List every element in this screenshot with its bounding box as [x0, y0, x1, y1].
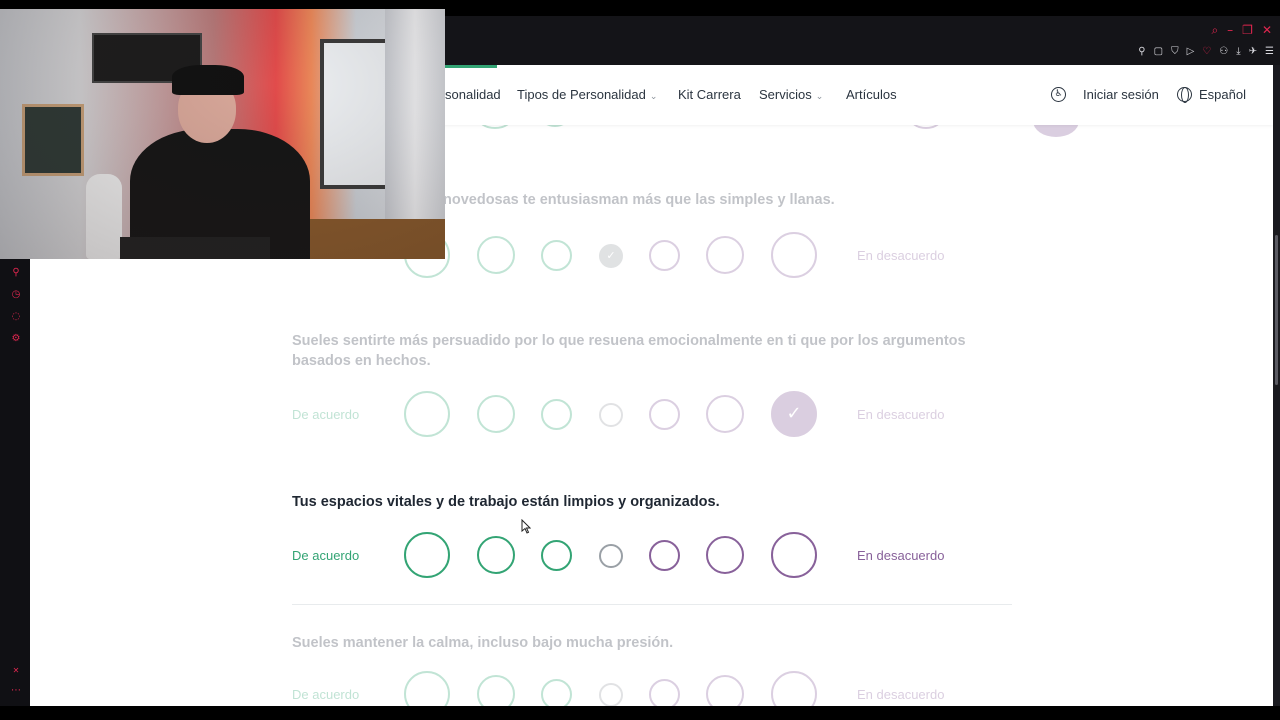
login-link[interactable]: Iniciar sesión [1083, 87, 1159, 102]
page-scrollbar[interactable] [1273, 65, 1280, 706]
answer-option[interactable] [706, 675, 744, 706]
answer-option[interactable] [771, 671, 817, 706]
webcam-overlay [0, 9, 445, 259]
language-selector[interactable]: Español [1199, 87, 1246, 102]
os-bottom-bar [0, 706, 1280, 720]
disagree-label: En desacuerdo [857, 548, 945, 563]
answer-option-agree-3[interactable] [404, 532, 450, 578]
answer-option[interactable] [649, 240, 680, 271]
answer-option-selected[interactable]: ✓ [599, 244, 623, 268]
more-icon[interactable]: ⋯ [10, 685, 22, 697]
answer-option[interactable] [404, 671, 450, 706]
answer-option[interactable] [541, 679, 572, 706]
nav-item-kit-carrera[interactable]: Kit Carrera [678, 87, 741, 102]
disagree-label: En desacuerdo [857, 687, 945, 702]
pin-icon[interactable]: ⚲ [1138, 46, 1145, 58]
search-icon[interactable]: ⌕ [1211, 24, 1218, 36]
shield-icon[interactable]: ⛉ [1171, 46, 1179, 58]
agree-label: De acuerdo [292, 687, 360, 702]
nav-item-servicios[interactable]: Servicios ⌄ [759, 87, 823, 102]
answer-option[interactable] [706, 236, 744, 274]
snapshot-icon[interactable]: ▢ [1154, 46, 1163, 58]
question-text: Sueles sentirte más persuadido por lo qu… [292, 333, 966, 369]
settings-icon[interactable]: ⚙ [10, 333, 22, 345]
question-text: Tus espacios vitales y de trabajo están … [292, 494, 720, 510]
answer-option-selected[interactable]: ✓ [771, 391, 817, 437]
answer-option[interactable] [477, 395, 515, 433]
nav-item-tipos-label: Tipos de Personalidad [517, 87, 646, 102]
answer-option[interactable] [649, 679, 680, 706]
answer-option[interactable] [649, 399, 680, 430]
scrollbar-thumb[interactable] [1275, 235, 1278, 385]
answer-option-neutral[interactable] [599, 544, 623, 568]
gx-icon[interactable]: ✕ [10, 665, 22, 677]
close-icon[interactable]: ✕ [1262, 24, 1272, 36]
answer-option-agree-2[interactable] [477, 536, 515, 574]
answer-option[interactable] [541, 399, 572, 430]
answer-option[interactable] [599, 403, 623, 427]
disagree-label: En desacuerdo [857, 407, 945, 422]
question-text: Sueles mantener la calma, incluso bajo m… [292, 635, 674, 651]
accessibility-icon[interactable]: ♿ [1051, 87, 1066, 102]
answer-option-disagree-2[interactable] [706, 536, 744, 574]
answer-option-agree-1[interactable] [541, 540, 572, 571]
heart-icon[interactable]: ♡ [1202, 46, 1211, 58]
answer-option-disagree-1[interactable] [649, 540, 680, 571]
agree-label: De acuerdo [292, 407, 360, 422]
answer-option[interactable] [477, 675, 515, 706]
nav-item-servicios-label: Servicios [759, 87, 812, 102]
question-text: novedosas te entusiasman más que las sim… [443, 192, 835, 208]
answer-option-disagree-3[interactable] [771, 532, 817, 578]
history-icon[interactable]: ◷ [10, 289, 22, 301]
answer-option[interactable] [404, 391, 450, 437]
nav-item-articulos[interactable]: Artículos [846, 87, 897, 102]
answer-option[interactable] [771, 232, 817, 278]
globe-icon[interactable] [1177, 87, 1192, 103]
question-divider [292, 604, 1012, 605]
answer-option[interactable] [541, 240, 572, 271]
answer-option[interactable] [477, 236, 515, 274]
chevron-down-icon: ⌄ [649, 92, 658, 102]
disagree-label: En desacuerdo [857, 248, 945, 263]
menu-icon[interactable]: ☰ [1265, 46, 1274, 58]
minimize-icon[interactable]: – [1227, 24, 1233, 36]
chevron-down-icon: ⌄ [815, 92, 824, 102]
pin-icon[interactable]: ⚲ [10, 267, 22, 279]
download-icon[interactable]: ⤓ [1236, 46, 1240, 58]
agree-label: De acuerdo [292, 548, 360, 563]
mouse-cursor-icon [521, 519, 531, 534]
browser-toolbar: ⚲ ▢ ⛉ ▷ ♡ ⚇ ⤓ ✈ ☰ [1138, 46, 1274, 58]
restore-icon[interactable]: ❐ [1242, 24, 1253, 36]
answer-option[interactable] [706, 395, 744, 433]
play-icon[interactable]: ▷ [1187, 46, 1195, 58]
window-controls: ⌕ – ❐ ✕ [1211, 24, 1272, 36]
chat-icon[interactable]: ◌ [10, 311, 22, 323]
nav-item-personalidad[interactable]: sonalidad [445, 87, 501, 102]
webcam-shading [0, 9, 445, 259]
nav-item-tipos[interactable]: Tipos de Personalidad ⌄ [517, 87, 657, 102]
ai-icon[interactable]: ✈ [1249, 46, 1257, 58]
answer-option[interactable] [599, 683, 623, 706]
profile-icon[interactable]: ⚇ [1219, 46, 1228, 58]
